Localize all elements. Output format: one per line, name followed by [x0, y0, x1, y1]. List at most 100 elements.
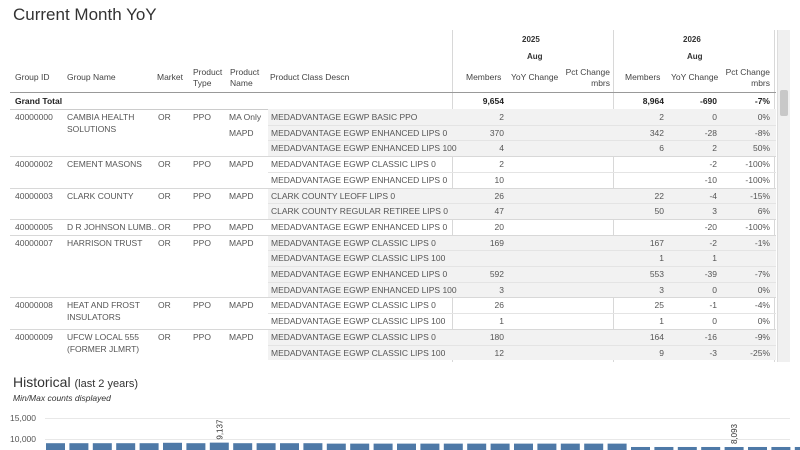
header-members-2026[interactable]: Members	[625, 72, 660, 83]
cell-market: OR	[158, 331, 171, 342]
historical-bar[interactable]	[116, 443, 136, 450]
cell-members-2026: 1	[659, 253, 664, 264]
grand-total-row[interactable]: Grand Total 9,654 8,964 -690 -7%	[10, 93, 776, 110]
cell-members-2025: 180	[489, 331, 504, 342]
header-product-name[interactable]: Product Name	[230, 67, 259, 89]
historical-bar[interactable]	[139, 443, 159, 450]
header-yoy-2026[interactable]: YoY Change	[671, 72, 718, 83]
historical-bar[interactable]	[373, 443, 393, 450]
historical-bar[interactable]	[280, 443, 299, 450]
cell-yoy-change: -16	[704, 331, 717, 342]
header-market[interactable]: Market	[157, 72, 183, 83]
table-row[interactable]: MEDADVANTAGE EGWP ENHANCED LIPS 0 10 -10 -1…	[10, 171, 776, 188]
cell-product-class: MEDADVANTAGE EGWP ENHANCED LIPS 0	[271, 221, 448, 232]
grand-total-pct: -7%	[754, 96, 770, 106]
historical-bar[interactable]	[490, 443, 510, 450]
cell-pct-change: -100%	[745, 174, 770, 185]
cell-product-name: MAPD	[229, 300, 254, 311]
table-row[interactable]: MEDADVANTAGE EGWP CLASSIC LIPS 100 1 1 0 0%	[10, 313, 776, 329]
table-row[interactable]: CLARK COUNTY REGULAR RETIREE LIPS 0 47 50 3…	[10, 203, 776, 219]
cell-product-class: MEDADVANTAGE EGWP CLASSIC LIPS 100	[271, 316, 446, 327]
historical-bar[interactable]	[443, 443, 463, 450]
cell-yoy-change: -10	[704, 174, 717, 185]
cell-pct-change: -15%	[750, 190, 770, 201]
cell-yoy-change: -4	[709, 190, 717, 201]
table-row[interactable]: MEDADVANTAGE EGWP CLASSIC LIPS 100 1 1	[10, 250, 776, 266]
historical-bar[interactable]	[256, 443, 276, 450]
table-row[interactable]: 40000007 HARRISON TRUST OR PPO MAPD MEDADVANT…	[10, 234, 776, 251]
cell-product-type: PPO	[193, 159, 211, 170]
table-row[interactable]: 40000005 D R JOHNSON LUMB.. OR PPO MAPD MEDAD…	[10, 218, 776, 235]
cell-pct-change: 50%	[752, 143, 770, 154]
cell-yoy-change: 2	[712, 143, 717, 154]
historical-bar[interactable]	[397, 443, 416, 450]
header-product-type-line2: Type	[193, 78, 212, 88]
table-row[interactable]: 40000000 CAMBIA HEALTH OR PPO MA Only MEDADVA…	[10, 109, 776, 134]
cell-pct-change: -1%	[754, 237, 770, 248]
cell-product-class: MEDADVANTAGE EGWP ENHANCED LIPS 100	[271, 143, 457, 154]
historical-bar[interactable]	[350, 443, 370, 450]
table-row[interactable]: MEDADVANTAGE EGWP ENHANCED LIPS 100 4 6 2 50…	[10, 140, 776, 156]
cell-pct-change: -100%	[745, 159, 770, 170]
table-row[interactable]: 40000003 CLARK COUNTY OR PPO MAPD CLARK COUNT…	[10, 187, 776, 204]
header-product-type-line1: Product	[193, 67, 223, 77]
header-product-type[interactable]: Product Type	[193, 67, 222, 89]
header-group-id[interactable]: Group ID	[15, 72, 50, 83]
historical-max-label: 9,137	[215, 419, 224, 440]
historical-bar[interactable]	[163, 442, 182, 450]
cell-members-2025: 592	[489, 269, 504, 279]
historical-bar[interactable]	[420, 443, 440, 450]
header-product-class[interactable]: Product Class Descn	[270, 72, 349, 83]
cell-product-type: PPO	[193, 300, 211, 311]
cell-group-id: 40000005	[15, 221, 53, 232]
cell-pct-change: -100%	[745, 221, 770, 232]
header-group-name[interactable]: Group Name	[67, 72, 116, 83]
cell-members-2025: 4	[499, 143, 504, 154]
cell-group-id: 40000003	[15, 190, 53, 201]
table-row[interactable]: MEDADVANTAGE EGWP CLASSIC LIPS 100 12 9 -3 -…	[10, 344, 776, 361]
cell-members-2025: 47	[494, 206, 504, 217]
historical-bar[interactable]	[233, 443, 253, 450]
table-row[interactable]: MEDADVANTAGE EGWP ENHANCED LIPS 0 592 553 -…	[10, 266, 776, 282]
cell-market: OR	[158, 221, 171, 232]
table-row[interactable]: 40000008 HEAT AND FROST OR PPO MAPD MEDADVANT…	[10, 297, 776, 322]
cell-product-class: MEDADVANTAGE EGWP ENHANCED LIPS 100	[271, 284, 457, 295]
header-yoy-2025[interactable]: YoY Change	[511, 72, 558, 83]
cell-product-class: MEDADVANTAGE EGWP CLASSIC LIPS 100	[271, 347, 446, 358]
historical-bar[interactable]	[537, 443, 557, 450]
grand-total-members-2026: 8,964	[642, 96, 664, 106]
table-row[interactable]: 40000002 CEMENT MASONS OR PPO MAPD MEDADVANTA…	[10, 156, 776, 172]
historical-bar[interactable]	[303, 443, 323, 450]
year-header-2025: 2025	[522, 35, 540, 44]
historical-bar[interactable]	[186, 443, 206, 450]
historical-bar[interactable]	[209, 442, 229, 450]
historical-bar[interactable]	[46, 443, 65, 450]
header-pct-2026[interactable]: Pct Change mbrs	[720, 67, 770, 89]
historical-bar[interactable]	[69, 443, 89, 450]
cell-group-name: CLARK COUNTY	[67, 190, 134, 201]
table-row[interactable]: 40000009 UFCW LOCAL 555 OR PPO MAPD MEDADVANT…	[10, 328, 776, 354]
cell-members-2026: 1	[659, 316, 664, 327]
historical-bar[interactable]	[92, 443, 112, 450]
header-pct-2025[interactable]: Pct Change mbrs	[560, 67, 610, 89]
cell-market: OR	[158, 190, 171, 201]
cell-product-name: MAPD	[229, 159, 254, 170]
historical-bar[interactable]	[514, 443, 533, 450]
scrollbar-thumb[interactable]	[780, 90, 788, 116]
cell-members-2025: 2	[499, 159, 504, 170]
cell-pct-change: -8%	[754, 127, 770, 138]
historical-bar[interactable]	[560, 443, 580, 450]
historical-subtitle: Min/Max counts displayed	[13, 393, 111, 403]
historical-bar[interactable]	[584, 443, 604, 450]
table-row[interactable]: MEDADVANTAGE EGWP ENHANCED LIPS 100 3 3 0 0%	[10, 281, 776, 298]
table-row[interactable]: MAPD MEDADVANTAGE EGWP ENHANCED LIPS 0 370…	[10, 124, 776, 141]
cell-group-id: 40000008	[15, 300, 53, 311]
header-members-2025[interactable]: Members	[466, 72, 501, 83]
cell-group-id: 40000000	[15, 112, 53, 122]
historical-bar[interactable]	[607, 443, 627, 450]
cell-yoy-change: -20	[704, 221, 717, 232]
historical-bar[interactable]	[467, 443, 487, 450]
cell-group-name: D R JOHNSON LUMB..	[67, 221, 157, 232]
table-scrollbar[interactable]	[777, 30, 790, 362]
historical-bar[interactable]	[326, 443, 346, 450]
